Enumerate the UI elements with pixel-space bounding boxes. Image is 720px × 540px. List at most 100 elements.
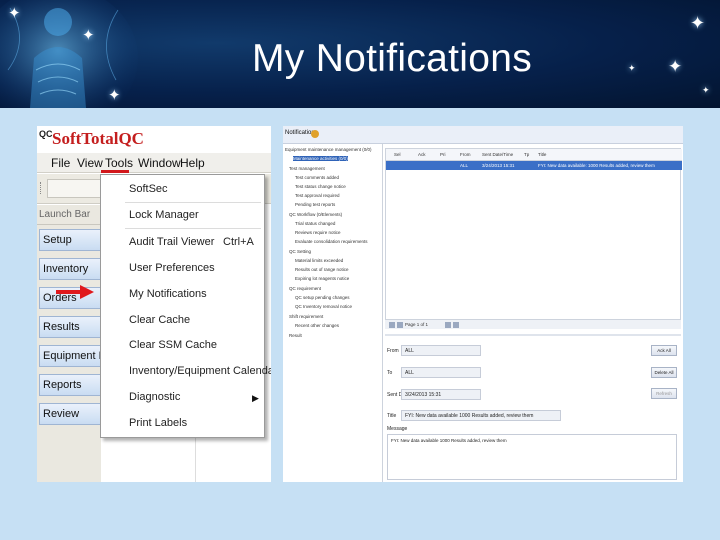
sidebar-item-review[interactable]: Review (39, 403, 101, 425)
star-icon: ✦ (108, 87, 121, 104)
prev-page-icon[interactable] (397, 322, 403, 328)
menubar: File View Tools Window Help (37, 153, 271, 173)
tree-node[interactable]: QC requirement (289, 286, 321, 291)
sidebar-item-reports[interactable]: Reports (39, 374, 101, 396)
column-header[interactable]: From (460, 152, 471, 157)
toolbar-field[interactable] (47, 179, 107, 198)
sidebar-item-setup[interactable]: Setup (39, 229, 101, 251)
menu-file[interactable]: File (51, 156, 70, 170)
menu-separator (125, 202, 261, 203)
column-header[interactable]: Ack (418, 152, 426, 157)
notification-tree: Equipment maintenance management (0/0) M… (283, 144, 383, 482)
menu-item-diagnostic[interactable]: Diagnostic (129, 391, 180, 403)
menu-item-user-preferences[interactable]: User Preferences (129, 262, 215, 274)
app-name: SoftTotalQC (52, 129, 144, 148)
menu-window[interactable]: Window (138, 156, 181, 170)
tree-node-selected[interactable]: Maintenance activities (0/0) (293, 156, 348, 161)
red-arrow-icon (56, 285, 94, 299)
tree-node[interactable]: Test approval required (295, 193, 340, 198)
tree-node[interactable]: Shift requirement (289, 314, 323, 319)
tree-node[interactable]: Recent other changes (295, 323, 339, 328)
tree-node[interactable]: Pending test reports (295, 202, 335, 207)
tree-node[interactable]: Result (289, 333, 302, 338)
tree-node[interactable]: QC setup pending changes (295, 295, 350, 300)
sidebar-item-inventory[interactable]: Inventory (39, 258, 101, 280)
toolbar-grip[interactable] (40, 182, 43, 194)
table-row[interactable]: ALL 3/24/2013 15:31 FYI: New data availa… (386, 161, 682, 170)
title-label: Title (387, 413, 397, 419)
sidebar-item-results[interactable]: Results (39, 316, 101, 338)
refresh-button[interactable]: Refresh (651, 388, 677, 399)
tree-node[interactable]: Evaluate consolidation requirements (295, 239, 368, 244)
divider (37, 224, 101, 225)
menu-item-clear-cache[interactable]: Clear Cache (129, 314, 190, 326)
menu-item-softsec[interactable]: SoftSec (129, 183, 168, 195)
divider (385, 334, 681, 336)
star-icon: ✦ (690, 13, 706, 33)
menu-item-print-labels[interactable]: Print Labels (129, 417, 187, 429)
column-header[interactable]: Tp (524, 152, 529, 157)
tree-node[interactable]: Reviews require notice (295, 230, 341, 235)
launch-bar-label: Launch Bar (39, 209, 91, 220)
star-icon: ✦ (702, 85, 710, 95)
sent-date-field[interactable]: 3/24/2013 15:31 (401, 389, 481, 400)
from-field[interactable]: ALL (401, 345, 481, 356)
tree-node[interactable]: Test comments added (295, 175, 339, 180)
column-header[interactable]: Pri (440, 152, 446, 157)
message-textarea[interactable]: FYI: New data available 1000 Results add… (387, 434, 677, 480)
tree-node[interactable]: Trial status changed (295, 221, 335, 226)
menu-item-lock-manager[interactable]: Lock Manager (129, 209, 199, 221)
menu-item-clear-ssm-cache[interactable]: Clear SSM Cache (129, 339, 217, 351)
tools-menu-screenshot: QC SoftTotalQC File View Tools Window He… (37, 126, 271, 482)
notification-grid: Sel Ack Pri From Sent Date/Time Tp Title… (385, 148, 682, 328)
from-label: From (387, 348, 399, 354)
tree-node[interactable]: Test management (289, 166, 325, 171)
menu-item-audit-trail-viewer[interactable]: Audit Trail Viewer (129, 236, 214, 248)
tree-node[interactable]: Test status change notice (295, 184, 346, 189)
to-label: To (387, 370, 393, 376)
menu-help[interactable]: Help (180, 156, 205, 170)
tree-node[interactable]: QC Inventory removal notice (295, 304, 352, 309)
table-cell: FYI: New data available: 1000 Results ad… (538, 163, 655, 168)
menu-item-my-notifications[interactable]: My Notifications (129, 288, 207, 300)
shortcut-label: Ctrl+A (223, 236, 254, 248)
tools-highlight-underline (101, 170, 129, 173)
title-field[interactable]: FYI: New data available 1000 Results add… (401, 410, 561, 421)
window-titlebar: Notifications (283, 126, 683, 144)
first-page-icon[interactable] (389, 322, 395, 328)
column-header[interactable]: Title (538, 152, 546, 157)
tree-node[interactable]: Results out of range notice (295, 267, 349, 272)
menu-item-inventory-calendar[interactable]: Inventory/Equipment Calendar (129, 365, 271, 377)
table-cell: ALL (460, 163, 469, 168)
tools-dropdown: SoftSec Lock Manager Audit Trail Viewer … (100, 174, 271, 438)
next-page-icon[interactable] (445, 322, 451, 328)
menu-tools[interactable]: Tools (105, 156, 133, 170)
close-icon[interactable] (311, 130, 319, 138)
app-titlebar: QC SoftTotalQC (37, 126, 271, 153)
message-text: FYI: New data available 1000 Results add… (391, 438, 507, 443)
column-header[interactable]: Sent Date/Time (482, 152, 513, 157)
grid-header: Sel Ack Pri From Sent Date/Time Tp Title (386, 149, 682, 161)
slide-title: My Notifications (251, 37, 533, 80)
column-header[interactable]: Sel (394, 152, 401, 157)
tree-node[interactable]: Expiring lot reagents notice (295, 276, 349, 281)
to-field[interactable]: ALL (401, 367, 481, 378)
ack-all-button[interactable]: Ack All (651, 345, 677, 356)
table-cell: 3/24/2013 15:31 (482, 163, 515, 168)
app-logo-icon: QC (39, 129, 53, 139)
submenu-arrow-icon: ▶ (252, 393, 259, 403)
delete-all-button[interactable]: Delete All (651, 367, 677, 378)
star-icon: ✦ (8, 5, 21, 22)
message-label: Message (387, 426, 408, 432)
pager-text: Page 1 of 1 (405, 322, 429, 327)
tree-node[interactable]: Material limits exceeded (295, 258, 343, 263)
notifications-screenshot: Notifications Equipment maintenance mana… (283, 126, 683, 482)
sidebar-item-equipment[interactable]: Equipment Mar (39, 345, 101, 367)
tree-node[interactable]: Equipment maintenance management (0/0) (285, 147, 372, 152)
tree-node[interactable]: QC Setting (289, 249, 311, 254)
slide-header: ✦ ✦ ✦ ✦ ✦ ✦ ✦ My Notifications (0, 0, 720, 108)
menu-view[interactable]: View (77, 156, 103, 170)
tree-node[interactable]: QC Workflow (0/Elements) (289, 212, 342, 217)
pager: Page 1 of 1 (385, 319, 681, 329)
last-page-icon[interactable] (453, 322, 459, 328)
